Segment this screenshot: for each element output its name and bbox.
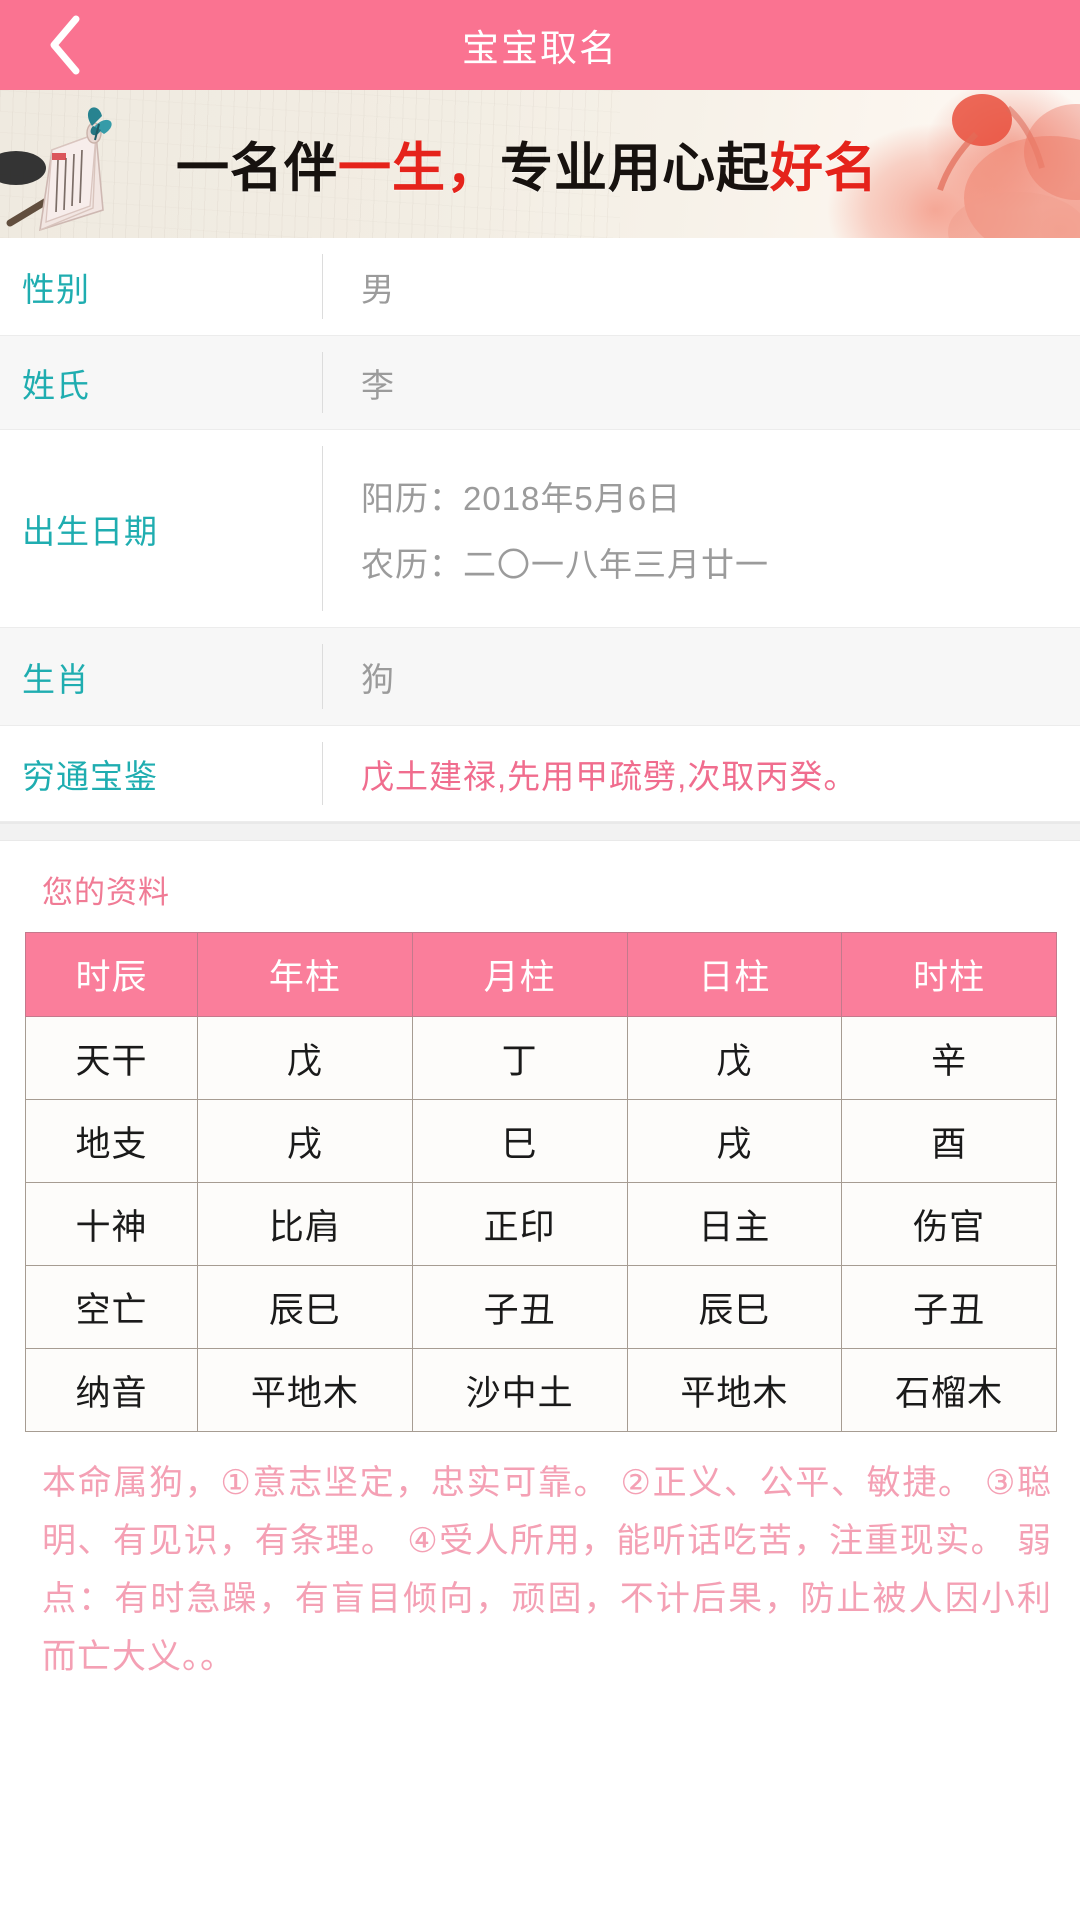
row-label: 十神 bbox=[25, 1182, 198, 1266]
chevron-left-icon bbox=[46, 13, 84, 77]
table-header-cell: 日柱 bbox=[626, 932, 843, 1017]
bazi-table: 时辰 年柱 月柱 日柱 时柱 天干 戊 丁 戊 辛 地支 戌 巳 戌 酉 十神 … bbox=[25, 932, 1057, 1432]
table-row: 地支 戌 巳 戌 酉 bbox=[25, 1099, 1057, 1183]
table-cell: 辰巳 bbox=[626, 1265, 843, 1349]
info-row-birthdate[interactable]: 出生日期 阳历：2018年5月6日 农历：二〇一八年三月廿一 bbox=[0, 430, 1080, 628]
info-label-qiongtongbaojian: 穷通宝鉴 bbox=[22, 757, 158, 795]
bazi-panel: 您的资料 时辰 年柱 月柱 日柱 时柱 天干 戊 丁 戊 辛 地支 戌 巳 戌 … bbox=[0, 841, 1080, 1686]
info-label-birthdate: 出生日期 bbox=[22, 512, 158, 550]
info-value-birthdate: 阳历：2018年5月6日 农历：二〇一八年三月廿一 bbox=[323, 430, 1080, 627]
table-cell: 戌 bbox=[197, 1099, 413, 1183]
table-cell: 戊 bbox=[626, 1016, 843, 1100]
panel-title: 您的资料 bbox=[42, 875, 170, 910]
promo-banner: 一名伴 一生，专业用心起 好名 bbox=[0, 90, 1080, 238]
table-cell: 巳 bbox=[411, 1099, 628, 1183]
section-separator bbox=[0, 823, 1080, 841]
slogan-comma: ， bbox=[446, 139, 500, 198]
app-header: 宝宝取名 bbox=[0, 0, 1080, 90]
table-cell: 子丑 bbox=[841, 1265, 1057, 1349]
info-label-zodiac: 生肖 bbox=[22, 660, 90, 698]
banner-slogan: 一名伴 一生，专业用心起 好名 bbox=[0, 90, 1080, 238]
table-row: 纳音 平地木 沙中土 平地木 石榴木 bbox=[25, 1348, 1057, 1432]
table-cell: 伤官 bbox=[841, 1182, 1057, 1266]
back-button[interactable] bbox=[0, 0, 130, 90]
slogan-part-1: 一名伴 bbox=[176, 139, 338, 198]
lunar-date: 农历：二〇一八年三月廿一 bbox=[361, 545, 769, 583]
info-row-zodiac[interactable]: 生肖 狗 bbox=[0, 628, 1080, 726]
table-header-cell: 时柱 bbox=[841, 932, 1057, 1017]
table-cell: 正印 bbox=[411, 1182, 628, 1266]
table-cell: 平地木 bbox=[626, 1348, 843, 1432]
info-value-qiongtongbaojian: 戊土建禄,先用甲疏劈,次取丙癸。 bbox=[361, 757, 858, 795]
table-row: 空亡 辰巳 子丑 辰巳 子丑 bbox=[25, 1265, 1057, 1349]
solar-date: 阳历：2018年5月6日 bbox=[361, 479, 682, 517]
zodiac-description: 本命属狗，①意志坚定，忠实可靠。 ②正义、公平、敏捷。 ③聪明、有见识，有条理。… bbox=[42, 1464, 1052, 1676]
row-label: 纳音 bbox=[25, 1348, 198, 1432]
table-cell: 平地木 bbox=[197, 1348, 413, 1432]
table-header-row: 时辰 年柱 月柱 日柱 时柱 bbox=[25, 932, 1057, 1017]
page-title: 宝宝取名 bbox=[462, 28, 618, 69]
info-row-qiongtongbaojian[interactable]: 穷通宝鉴 戊土建禄,先用甲疏劈,次取丙癸。 bbox=[0, 726, 1080, 822]
info-label-gender: 性别 bbox=[22, 270, 90, 308]
info-row-gender[interactable]: 性别 男 bbox=[0, 238, 1080, 336]
row-label: 空亡 bbox=[25, 1265, 198, 1349]
table-cell: 沙中土 bbox=[411, 1348, 628, 1432]
table-row: 十神 比肩 正印 日主 伤官 bbox=[25, 1182, 1057, 1266]
info-row-surname[interactable]: 姓氏 李 bbox=[0, 336, 1080, 430]
table-cell: 戌 bbox=[626, 1099, 843, 1183]
table-cell: 戊 bbox=[197, 1016, 413, 1100]
table-cell: 酉 bbox=[841, 1099, 1057, 1183]
table-cell: 丁 bbox=[411, 1016, 628, 1100]
table-cell: 辰巳 bbox=[197, 1265, 413, 1349]
table-cell: 比肩 bbox=[197, 1182, 413, 1266]
table-cell: 子丑 bbox=[411, 1265, 628, 1349]
info-label-surname: 姓氏 bbox=[22, 366, 90, 404]
table-header-cell: 月柱 bbox=[411, 932, 628, 1017]
baby-info-list: 性别 男 姓氏 李 出生日期 阳历：2018年5月6日 农历：二〇一八年三月廿一… bbox=[0, 238, 1080, 823]
info-value-surname: 李 bbox=[361, 366, 395, 404]
table-cell: 辛 bbox=[841, 1016, 1057, 1100]
row-label: 天干 bbox=[25, 1016, 198, 1100]
table-cell: 日主 bbox=[626, 1182, 843, 1266]
table-cell: 石榴木 bbox=[841, 1348, 1057, 1432]
row-label: 地支 bbox=[25, 1099, 198, 1183]
info-value-zodiac: 狗 bbox=[361, 660, 395, 698]
table-row: 天干 戊 丁 戊 辛 bbox=[25, 1016, 1057, 1100]
info-value-gender: 男 bbox=[361, 270, 395, 308]
slogan-highlight-2: 好名 bbox=[770, 139, 878, 198]
table-header-cell: 时辰 bbox=[25, 932, 198, 1017]
slogan-part-2: 专业用心起 bbox=[500, 139, 770, 198]
table-header-cell: 年柱 bbox=[197, 932, 413, 1017]
slogan-highlight-1: 一生 bbox=[338, 139, 446, 198]
